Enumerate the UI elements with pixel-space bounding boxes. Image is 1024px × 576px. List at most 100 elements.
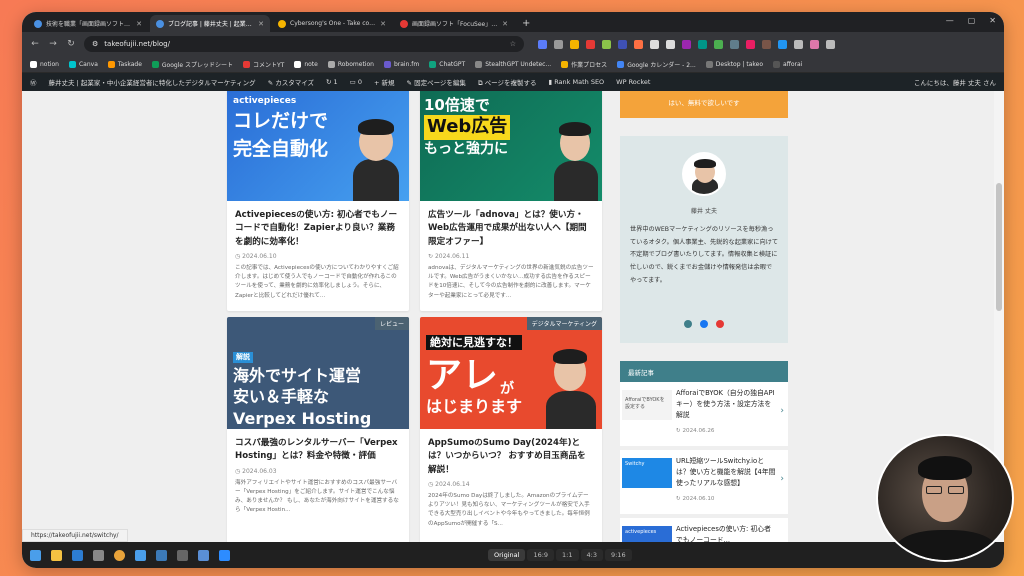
close-icon[interactable]: ✕ [258, 20, 264, 28]
bookmark-star-icon[interactable]: ☆ [510, 40, 516, 48]
close-window-icon[interactable]: ✕ [989, 16, 996, 25]
extension-icon[interactable] [586, 39, 595, 49]
bookmark-item[interactable]: Google スプレッドシート [151, 60, 233, 69]
url-input[interactable]: ⚙ takeofujii.net/blog/ ☆ [84, 36, 524, 52]
zoom-icon[interactable] [219, 549, 230, 561]
extension-icon[interactable] [538, 39, 547, 49]
wp-duplicate[interactable]: ⧉ ページを複製する [478, 77, 537, 88]
ratio-option-4-3[interactable]: 4:3 [580, 549, 603, 561]
tab-3[interactable]: 画面録画ソフト「FocuSee」で超カ... ✕ [394, 15, 514, 32]
post-thumbnail[interactable]: activepieces コレだけで 完全自動化 [227, 91, 409, 201]
ratio-option-9-16[interactable]: 9:16 [604, 549, 632, 561]
wp-site-name[interactable]: 藤井丈夫 | 起業家・中小企業経営者に特化したデジタルマーケティング [49, 77, 256, 87]
bookmark-item[interactable]: 作業プロセス [561, 60, 607, 69]
ratio-option-1-1[interactable]: 1:1 [556, 549, 579, 561]
recent-post-item[interactable]: Switchy URL短縮ツールSwitchy.ioとは？使い方と機能を解説【4… [620, 450, 788, 514]
bookmark-item[interactable]: Canva [68, 60, 98, 68]
post-card[interactable]: 10倍速で Web広告 もっと強力に 広告ツール「adnova」とは？使い方・W… [420, 91, 602, 311]
bookmark-item[interactable]: notion [30, 60, 59, 68]
puzzle-icon[interactable] [794, 39, 803, 49]
wordpress-icon[interactable]: Ⓦ [30, 77, 37, 87]
app-icon[interactable] [156, 549, 167, 561]
bookmark-item[interactable]: StealthGPT Undetec... [475, 60, 551, 68]
settings-icon[interactable] [93, 549, 104, 561]
extension-icon[interactable] [778, 39, 787, 49]
site-info-icon[interactable]: ⚙ [92, 40, 98, 48]
bookmark-item[interactable]: Desktop | takeo [705, 60, 763, 68]
wp-comments[interactable]: ▭ 0 [350, 78, 362, 86]
close-icon[interactable]: ✕ [136, 20, 142, 28]
bookmark-item[interactable]: コメントYT [242, 60, 284, 69]
bookmark-item[interactable]: Google カレンダー - 2... [617, 60, 696, 69]
recent-post-item[interactable]: activepieces Activepiecesの使い方: 初心者でもノーコー… [620, 518, 788, 542]
post-thumbnail[interactable]: 10倍速で Web広告 もっと強力に [420, 91, 602, 201]
extension-icon[interactable] [570, 39, 579, 49]
extension-icon[interactable] [650, 39, 659, 49]
extension-icon[interactable] [714, 39, 723, 49]
ratio-option-16-9[interactable]: 16:9 [527, 549, 555, 561]
wp-updates[interactable]: ↻ 1 [326, 78, 338, 86]
bookmark-item[interactable]: afforai [773, 60, 802, 68]
reload-icon[interactable]: ↻ [66, 39, 76, 49]
new-tab-button[interactable]: + [516, 18, 536, 32]
back-icon[interactable]: ← [30, 39, 40, 49]
file-explorer-icon[interactable] [51, 549, 62, 561]
extension-icon[interactable] [666, 39, 675, 49]
wp-rankmath[interactable]: ▮ Rank Math SEO [549, 78, 605, 86]
bookmark-item[interactable]: Robometion [327, 60, 374, 68]
app-icon[interactable] [135, 549, 146, 561]
menu-icon[interactable] [826, 39, 835, 49]
category-badge[interactable]: デジタルマーケティング [526, 317, 602, 330]
extension-icon[interactable] [602, 39, 611, 49]
app-icon[interactable] [198, 549, 209, 561]
extension-icon[interactable] [634, 39, 643, 49]
extension-icon[interactable] [746, 39, 755, 49]
post-title[interactable]: Activepiecesの使い方: 初心者でもノーコードで自動化！Zapierよ… [227, 201, 409, 253]
post-thumbnail[interactable]: デジタルマーケティング 絶対に見逃すな！ アレ が はじまります [420, 317, 602, 429]
wp-edit-page[interactable]: ✎ 固定ページを編集 [407, 77, 466, 87]
profile-avatar[interactable] [810, 39, 819, 49]
post-date-text: 2024.06.03 [242, 467, 277, 475]
wp-greeting[interactable]: こんにちは、藤井 丈夫 さん [914, 77, 996, 87]
wp-rocket[interactable]: WP Rocket [616, 78, 650, 86]
chrome-icon[interactable] [114, 549, 125, 561]
extension-icon[interactable] [698, 39, 707, 49]
post-card[interactable]: デジタルマーケティング 絶対に見逃すな！ アレ が はじまります AppSumo… [420, 317, 602, 542]
extension-icon[interactable] [682, 39, 691, 49]
post-title[interactable]: AppSumoのSumo Day(2024年)とは？いつからいつ？ おすすめ目玉… [420, 429, 602, 481]
close-icon[interactable]: ✕ [502, 20, 508, 28]
wp-customize[interactable]: ✎ カスタマイズ [268, 77, 314, 87]
windows-start-icon[interactable] [30, 549, 41, 561]
category-badge[interactable]: レビュー [374, 317, 409, 330]
extension-icon[interactable] [554, 39, 563, 49]
minimize-icon[interactable]: — [946, 16, 954, 25]
tab-2[interactable]: Cybersong's One - Take contro... ✕ [272, 15, 392, 32]
post-card[interactable]: activepieces コレだけで 完全自動化 Activepiecesの使い… [227, 91, 409, 311]
scrollbar-thumb[interactable] [996, 183, 1002, 311]
tab-0[interactable]: 技術を職業「画面録画ソフト「Fe... ✕ [28, 15, 148, 32]
bookmark-item[interactable]: brain.fm [383, 60, 419, 68]
youtube-icon[interactable] [716, 320, 724, 328]
extension-icon[interactable] [730, 39, 739, 49]
post-title[interactable]: 広告ツール「adnova」とは？使い方・Web広告運用で成果が出ない人へ【期間限… [420, 201, 602, 253]
ratio-option-original[interactable]: Original [488, 549, 526, 561]
close-icon[interactable]: ✕ [380, 20, 386, 28]
maximize-icon[interactable]: ▢ [968, 16, 976, 25]
post-thumbnail[interactable]: レビュー 解説 海外でサイト運営 安い＆手軽な Verpex Hosting [227, 317, 409, 429]
app-icon[interactable] [177, 549, 188, 561]
forward-icon[interactable]: → [48, 39, 58, 49]
bookmark-item[interactable]: ChatGPT [429, 60, 465, 68]
bookmark-item[interactable]: note [294, 60, 318, 68]
tab-1[interactable]: ブログ記事 | 藤井丈夫 | 起業家... ✕ [150, 15, 270, 32]
extension-icon[interactable] [762, 39, 771, 49]
vscode-icon[interactable] [72, 549, 83, 561]
wp-new[interactable]: + 新規 [374, 77, 395, 87]
bookmark-item[interactable]: Taskade [107, 60, 142, 68]
post-title[interactable]: コスパ最強のレンタルサーバー「Verpex Hosting」とは？料金や特徴・評… [227, 429, 409, 468]
recent-post-item[interactable]: AfforaiでBYOKを設定する AfforaiでBYOK（自分の独自APIキ… [620, 382, 788, 446]
extension-icon[interactable] [618, 39, 627, 49]
cta-button[interactable]: はい、無料で欲しいです [620, 91, 788, 118]
post-card[interactable]: レビュー 解説 海外でサイト運営 安い＆手軽な Verpex Hosting コ… [227, 317, 409, 542]
globe-icon[interactable] [684, 320, 692, 328]
facebook-icon[interactable] [700, 320, 708, 328]
